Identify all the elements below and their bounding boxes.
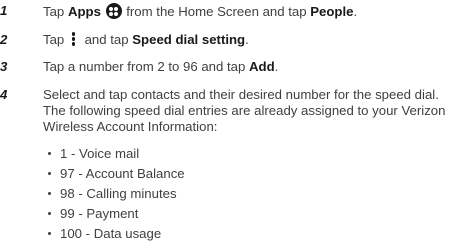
step-text-part: Tap a number from 2 to 96 and tap — [43, 59, 249, 74]
bullet-icon — [48, 232, 51, 235]
list-item-text: 99 - Payment — [60, 206, 139, 221]
add-label: Add — [249, 59, 275, 74]
step-text-part: Tap — [43, 32, 68, 47]
list-item: 100 - Data usage — [48, 226, 161, 242]
step-4-line-3: Wireless Account Information: — [43, 119, 218, 134]
step-4-line-1: Select and tap contacts and their desire… — [43, 87, 439, 102]
step-number: 3 — [0, 59, 8, 74]
step-text-part: Tap — [43, 4, 68, 19]
step-4-line-2: The following speed dial entries are alr… — [43, 103, 446, 118]
list-item: 99 - Payment — [48, 206, 138, 222]
people-label: People — [310, 4, 354, 19]
step-text: Tap Apps from the Home Screen and tap Pe… — [43, 3, 471, 20]
step-text: Tap and tap Speed dial setting. — [43, 32, 471, 48]
step-text-part: . — [274, 59, 279, 74]
step-text-part: . — [353, 4, 358, 19]
list-item-text: 97 - Account Balance — [60, 166, 185, 181]
instruction-document: 1 Tap Apps from the Home Screen and tap … — [0, 0, 472, 246]
step-text-part: . — [245, 32, 249, 47]
apps-grid-icon — [105, 3, 122, 19]
list-item-text: 100 - Data usage — [60, 226, 162, 241]
step-number: 2 — [0, 32, 8, 47]
list-item-text: 1 - Voice mail — [60, 146, 140, 161]
step-text-part: from the Home Screen and tap — [122, 4, 311, 19]
bullet-icon — [48, 152, 51, 155]
apps-label: Apps — [67, 4, 101, 19]
step-number: 1 — [0, 3, 8, 18]
list-item: 98 - Calling minutes — [48, 186, 177, 202]
menu-dots-icon — [70, 32, 78, 46]
list-item-text: 98 - Calling minutes — [60, 186, 177, 201]
bullet-icon — [48, 212, 51, 215]
bullet-icon — [48, 192, 51, 195]
speed-dial-setting-label: Speed dial setting — [132, 32, 246, 47]
bullet-icon — [48, 172, 51, 175]
list-item: 1 - Voice mail — [48, 146, 139, 162]
list-item: 97 - Account Balance — [48, 166, 185, 182]
step-text-part: and tap — [80, 32, 133, 47]
step-number: 4 — [0, 87, 8, 102]
step-text: Tap a number from 2 to 96 and tap Add. — [43, 59, 471, 75]
